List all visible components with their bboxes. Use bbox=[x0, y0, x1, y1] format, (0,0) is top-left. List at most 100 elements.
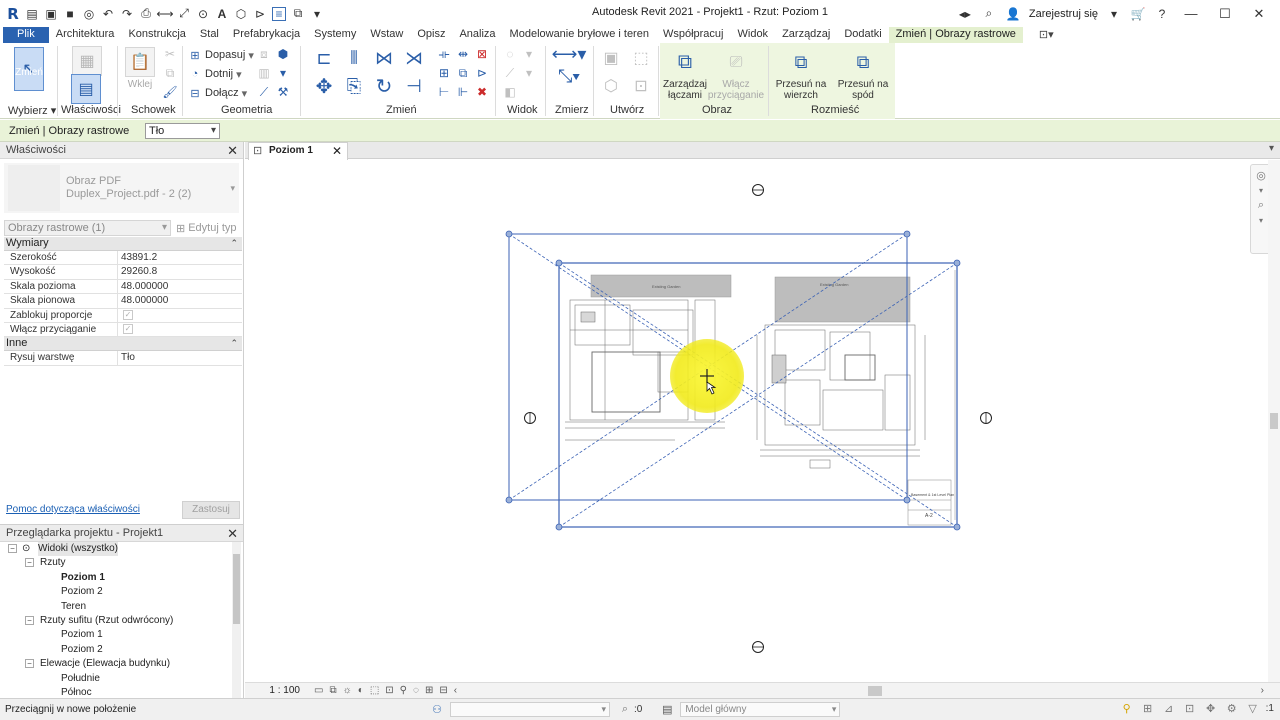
customize-qat-icon[interactable]: ▾ bbox=[310, 7, 324, 21]
corner-grip[interactable] bbox=[953, 523, 961, 531]
panel-view-label[interactable]: Widok bbox=[507, 104, 538, 116]
open-icon[interactable]: ▣ bbox=[44, 7, 58, 21]
shadows-icon[interactable]: ◐ bbox=[358, 685, 364, 696]
chevron-down-icon[interactable]: ▾ bbox=[230, 183, 235, 194]
tree-node[interactable]: Poziom 2 bbox=[0, 643, 232, 657]
tree-node[interactable]: Poziom 1 bbox=[0, 571, 232, 585]
scale-icon[interactable]: ⧉ bbox=[455, 65, 471, 81]
prop-row-height[interactable]: Wysokość 29260.8 bbox=[4, 265, 242, 280]
offset-icon[interactable]: ⫴ bbox=[341, 46, 367, 70]
panel-geometry-label[interactable]: Geometria bbox=[221, 104, 272, 116]
canvas-horizontal-scrollbar[interactable] bbox=[510, 686, 1254, 696]
prop-row-lock-proportions[interactable]: Zablokuj proporcje ✓ bbox=[4, 308, 242, 323]
draw-layer-select[interactable]: Tło bbox=[145, 122, 220, 139]
create-assembly-icon[interactable]: ▣ bbox=[598, 46, 624, 70]
copy-element-icon[interactable]: ⎘ bbox=[341, 74, 367, 98]
tree-toggle-icon[interactable]: − bbox=[25, 615, 34, 625]
create-similar-icon[interactable]: ⊡ bbox=[628, 74, 654, 98]
tab-modify-raster[interactable]: Zmień | Obrazy rastrowe bbox=[888, 27, 1023, 43]
move-icon[interactable]: ✥ bbox=[311, 74, 337, 98]
tab-architecture[interactable]: Architektura bbox=[49, 27, 122, 43]
binoculars-icon[interactable]: ⌕ bbox=[981, 6, 997, 21]
tab-steel[interactable]: Stal bbox=[193, 27, 226, 43]
show-crop-icon[interactable]: ⊡ bbox=[385, 685, 393, 696]
prop-row-width[interactable]: Szerokość 43891.2 bbox=[4, 251, 242, 266]
tab-massing-site[interactable]: Modelowanie bryłowe i teren bbox=[503, 27, 656, 43]
type-selector[interactable]: Obraz PDF Duplex_Project.pdf - 2 (2) ▾ bbox=[4, 163, 239, 213]
prop-row-h-scale[interactable]: Skala pozioma 48.000000 bbox=[4, 279, 242, 295]
eraser-icon[interactable]: ◧ bbox=[502, 84, 518, 100]
trim-extend-icon[interactable]: ⊣ bbox=[401, 74, 427, 98]
panel-image-label[interactable]: Obraz bbox=[702, 104, 732, 116]
cut-icon[interactable]: ✂ bbox=[162, 46, 178, 62]
tab-structure[interactable]: Konstrukcja bbox=[121, 27, 192, 43]
hide-icon[interactable]: ▾ bbox=[521, 46, 537, 62]
apply-button[interactable]: Zastosuj bbox=[182, 501, 240, 519]
tab-addins[interactable]: Dodatki bbox=[837, 27, 888, 43]
cut-geometry-button[interactable]: ◔ Dotnij ▾ bbox=[188, 65, 242, 83]
analytical-icon[interactable]: ⊟ bbox=[439, 685, 447, 696]
tree-toggle-icon[interactable]: − bbox=[25, 659, 34, 669]
align-icon[interactable]: ⊏ bbox=[311, 46, 337, 70]
close-button[interactable]: ✕ bbox=[1246, 6, 1272, 22]
tab-file[interactable]: Plik bbox=[3, 27, 49, 43]
tree-toggle-icon[interactable]: − bbox=[8, 544, 17, 553]
dimension-aligned-icon[interactable]: ⤡▾ bbox=[552, 66, 586, 86]
detail-level-icon[interactable]: ▭ bbox=[314, 685, 323, 696]
linework-view-icon[interactable]: ▾ bbox=[521, 65, 537, 81]
sun-path-icon[interactable]: ☼ bbox=[343, 685, 352, 696]
demolish-icon[interactable]: ▾ bbox=[275, 65, 291, 81]
background-processes-icon[interactable]: ⚙ bbox=[1224, 702, 1240, 715]
brush-icon[interactable]: ⟋ bbox=[502, 65, 518, 81]
corner-grip[interactable] bbox=[555, 259, 563, 267]
panel-measure-label[interactable]: Zmierz bbox=[555, 104, 589, 116]
tab-precast[interactable]: Prefabrykacja bbox=[226, 27, 307, 43]
panel-modify-label[interactable]: Zmień bbox=[386, 104, 417, 116]
tree-node[interactable]: − Rzuty sufitu (Rzut odwrócony) bbox=[0, 614, 232, 628]
elevation-marker-east[interactable] bbox=[980, 412, 992, 424]
search-arrows-icon[interactable]: ◂▸ bbox=[957, 7, 973, 21]
switch-windows-icon[interactable]: ⧉ bbox=[291, 6, 305, 21]
sync-icon[interactable]: ◎ bbox=[82, 7, 96, 21]
reveal-hidden-icon[interactable]: ◌ bbox=[413, 685, 419, 696]
tree-node[interactable]: Teren bbox=[0, 600, 232, 614]
tab-view[interactable]: Widok bbox=[731, 27, 776, 43]
copy-icon[interactable]: ⧉ bbox=[162, 65, 178, 81]
editable-only-icon[interactable]: ⌕ bbox=[616, 703, 634, 716]
scroll-right-icon[interactable]: › bbox=[1261, 685, 1264, 696]
workset-select[interactable] bbox=[450, 702, 610, 717]
manage-links-button[interactable]: ⧉ Zarządzaj łączami bbox=[662, 47, 708, 102]
delete-x-icon[interactable]: ⊠ bbox=[474, 46, 490, 62]
bring-to-front-button[interactable]: ⧉ Przesuń na wierzch bbox=[772, 47, 830, 102]
print-icon[interactable]: ⎙ bbox=[139, 6, 153, 21]
workset-icon[interactable]: ⚇ bbox=[428, 703, 446, 716]
crop-view-icon[interactable]: ⬚ bbox=[370, 685, 379, 696]
close-icon[interactable]: ✕ bbox=[227, 143, 238, 159]
corner-grip[interactable] bbox=[903, 496, 911, 504]
create-parts-icon[interactable]: ⬚ bbox=[628, 46, 654, 70]
chevron-down-icon[interactable]: ▾ bbox=[1106, 7, 1122, 21]
bulb-icon[interactable]: ◌ bbox=[502, 46, 518, 62]
corner-grip[interactable] bbox=[903, 230, 911, 238]
panel-select-label[interactable]: Wybierz ▾ bbox=[8, 104, 56, 117]
view-scale[interactable]: 1 : 100 bbox=[245, 685, 300, 696]
elevation-marker-west[interactable] bbox=[524, 412, 536, 424]
tab-analyze[interactable]: Analiza bbox=[452, 27, 502, 43]
text-icon[interactable]: A bbox=[215, 7, 229, 21]
filter-icon[interactable]: ▽ bbox=[1245, 702, 1261, 715]
revit-logo-icon[interactable]: R bbox=[6, 5, 20, 23]
section-icon[interactable]: ⊳ bbox=[253, 7, 267, 21]
close-icon[interactable]: ✕ bbox=[227, 526, 238, 542]
tree-node[interactable]: Południe bbox=[0, 672, 232, 686]
group-other[interactable]: Inne ⌃ bbox=[4, 337, 242, 352]
select-pinned-icon[interactable]: ⊿ bbox=[1161, 702, 1177, 715]
visual-style-icon[interactable]: ⧉ bbox=[329, 685, 336, 696]
paste-button[interactable]: 📋 Wklej bbox=[125, 47, 155, 90]
tree-node[interactable]: − Rzuty bbox=[0, 556, 232, 570]
array-icon[interactable]: ⊞ bbox=[436, 65, 452, 81]
lock-proportions-checkbox[interactable]: ✓ bbox=[123, 309, 133, 320]
tab-menu-icon[interactable]: ▾ bbox=[1269, 143, 1274, 154]
drag-elements-icon[interactable]: ✥ bbox=[1203, 702, 1219, 715]
collapse-icon[interactable]: ⌃ bbox=[230, 337, 238, 350]
tree-node[interactable]: − Widoki (wszystko) ⊙ bbox=[0, 542, 232, 556]
